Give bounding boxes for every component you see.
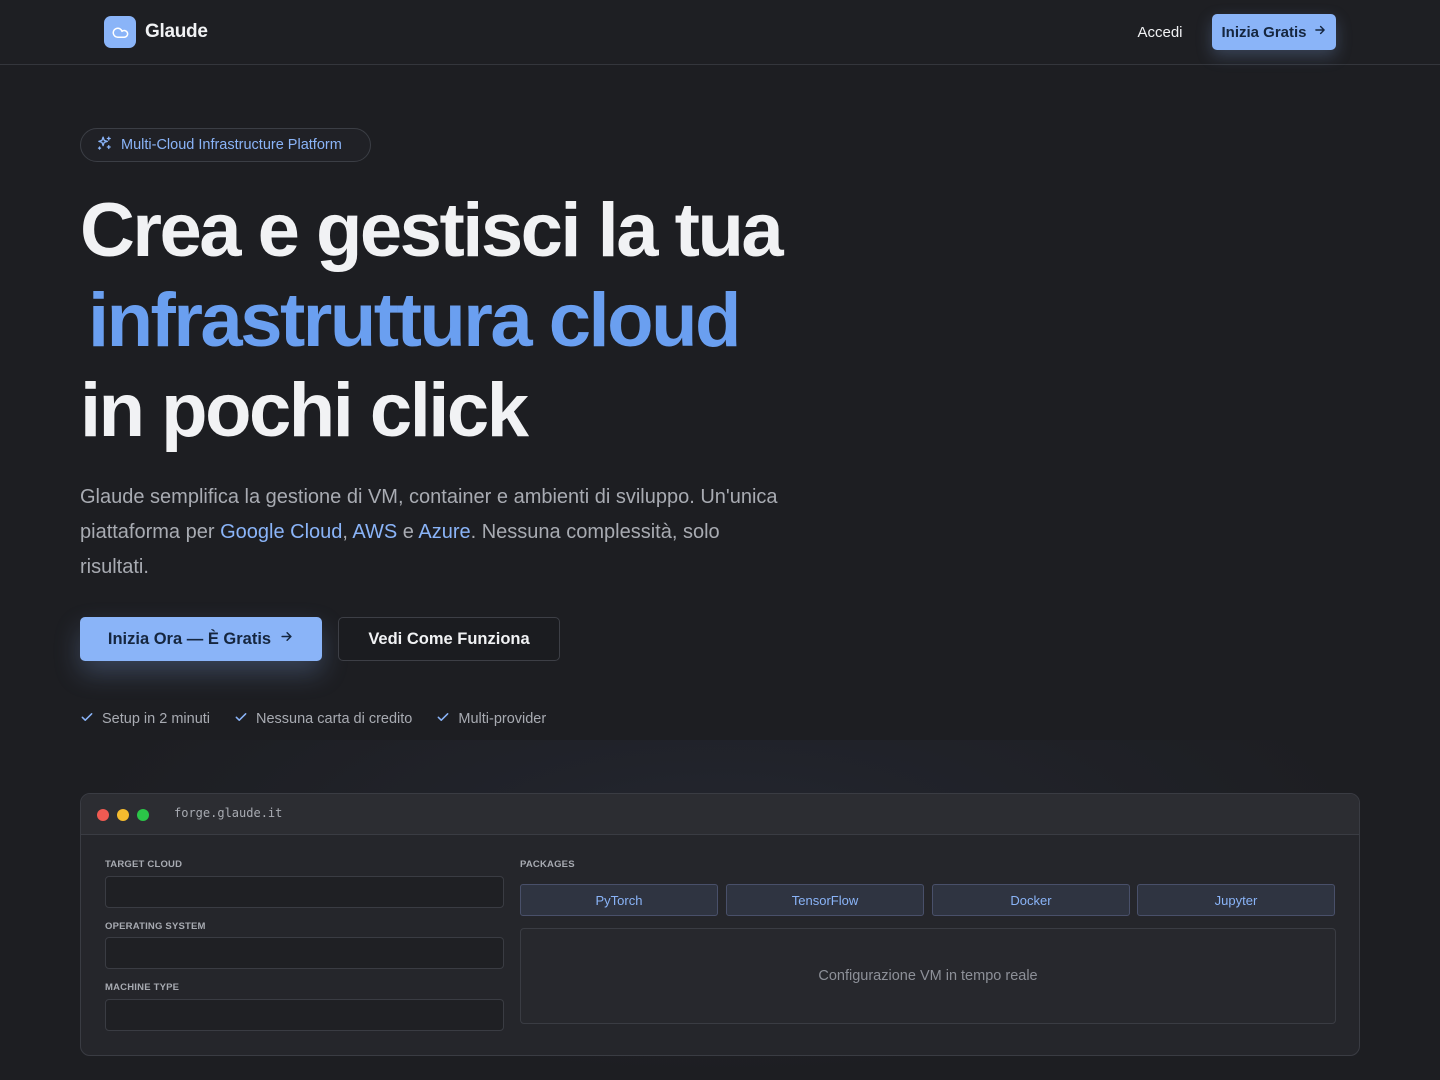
headline-line-2: infrastruttura cloud bbox=[88, 278, 741, 363]
login-link[interactable]: Accedi bbox=[1120, 16, 1200, 48]
package-pytorch[interactable]: PyTorch bbox=[520, 884, 718, 916]
feature-label: Nessuna carta di credito bbox=[256, 711, 413, 727]
package-tensorflow[interactable]: TensorFlow bbox=[726, 884, 924, 916]
realtime-config-text: Configurazione VM in tempo reale bbox=[818, 968, 1038, 984]
app-preview-window: forge.glaude.it Target Cloud Operating S… bbox=[80, 793, 1360, 1056]
hero-subtitle: Glaude semplifica la gestione di VM, con… bbox=[80, 480, 780, 585]
brand-link[interactable]: Glaude bbox=[104, 16, 208, 48]
machine-type-select[interactable] bbox=[105, 999, 504, 1031]
feature-item: Nessuna carta di credito bbox=[234, 710, 412, 728]
start-free-label: Inizia Gratis bbox=[1221, 23, 1307, 41]
window-url: forge.glaude.it bbox=[174, 806, 283, 820]
provider-google-cloud: Google Cloud bbox=[220, 521, 343, 543]
subtitle-sep-2: e bbox=[397, 521, 419, 543]
package-jupyter[interactable]: Jupyter bbox=[1137, 884, 1335, 916]
start-free-button[interactable]: Inizia Gratis bbox=[1212, 14, 1336, 50]
feature-label: Multi-provider bbox=[458, 711, 547, 727]
start-now-label: Inizia Ora — È Gratis bbox=[107, 629, 272, 648]
feature-item: Setup in 2 minuti bbox=[80, 710, 210, 728]
window-titlebar: forge.glaude.it bbox=[81, 794, 1359, 835]
feature-label: Setup in 2 minuti bbox=[102, 711, 211, 727]
check-icon bbox=[234, 710, 248, 728]
realtime-config-panel: Configurazione VM in tempo reale bbox=[520, 928, 1336, 1024]
close-dot-icon bbox=[97, 809, 109, 821]
provider-azure: Azure bbox=[418, 521, 471, 543]
hero-headline: Crea e gestisci la tua infrastruttura cl… bbox=[80, 186, 980, 456]
feature-item: Multi-provider bbox=[436, 710, 546, 728]
target-cloud-select[interactable] bbox=[105, 876, 504, 908]
operating-system-label: Operating System bbox=[105, 921, 206, 932]
brand-name: Glaude bbox=[145, 21, 208, 42]
arrow-right-icon bbox=[279, 629, 294, 649]
cloud-logo-icon bbox=[104, 16, 136, 48]
start-now-button[interactable]: Inizia Ora — È Gratis bbox=[80, 617, 322, 661]
check-icon bbox=[436, 710, 450, 728]
navbar: Glaude Accedi Inizia Gratis bbox=[0, 0, 1440, 65]
platform-badge: Multi-Cloud Infrastructure Platform bbox=[80, 128, 371, 162]
maximize-dot-icon bbox=[137, 809, 149, 821]
operating-system-select[interactable] bbox=[105, 937, 504, 969]
subtitle-sep-1: , bbox=[342, 521, 353, 543]
headline-line-1: Crea e gestisci la tua bbox=[80, 188, 784, 273]
provider-aws: AWS bbox=[352, 521, 398, 543]
how-it-works-button[interactable]: Vedi Come Funziona bbox=[338, 617, 560, 661]
target-cloud-label: Target Cloud bbox=[105, 859, 183, 870]
machine-type-label: Machine Type bbox=[105, 982, 180, 993]
minimize-dot-icon bbox=[117, 809, 129, 821]
packages-label: Packages bbox=[520, 859, 575, 870]
check-icon bbox=[80, 710, 94, 728]
feature-list: Setup in 2 minuti Nessuna carta di credi… bbox=[80, 708, 546, 730]
badge-label: Multi-Cloud Infrastructure Platform bbox=[121, 137, 342, 153]
headline-line-3: in pochi click bbox=[80, 368, 529, 453]
arrow-right-icon bbox=[1313, 23, 1327, 41]
sparkles-icon bbox=[96, 135, 113, 156]
package-docker[interactable]: Docker bbox=[932, 884, 1130, 916]
